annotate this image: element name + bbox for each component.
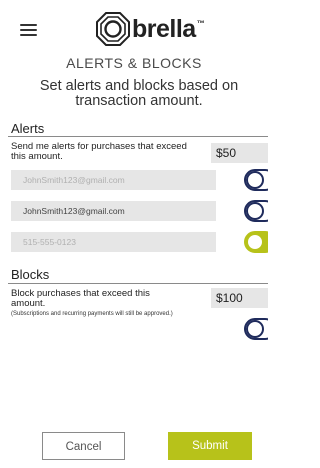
alert-email-field-2[interactable]: JohnSmith123@gmail.com (11, 201, 216, 221)
block-amount-field[interactable]: $100 (211, 288, 268, 308)
alert-amount-field[interactable]: $50 (211, 143, 268, 163)
toggle-knob (246, 171, 264, 189)
alert-phone-toggle[interactable] (244, 231, 268, 253)
hamburger-menu-icon[interactable] (20, 24, 37, 36)
blocks-note: (Subscriptions and recurring payments wi… (11, 311, 173, 317)
alert-email-2-toggle[interactable] (244, 200, 268, 222)
alerts-section-label: Alerts (11, 121, 45, 136)
blocks-section-label: Blocks (11, 267, 50, 282)
alerts-blocks-screen: brella ™ ALERTS & BLOCKS Set alerts and … (0, 0, 268, 468)
block-toggle[interactable] (244, 318, 268, 340)
alerts-description: Send me alerts for purchases that exceed… (11, 141, 187, 162)
page-title: ALERTS & BLOCKS (66, 55, 202, 71)
brella-logo: brella ™ (96, 12, 205, 46)
brella-octagon-logo-icon (96, 12, 130, 46)
alerts-divider (8, 136, 268, 137)
toggle-knob (246, 202, 264, 220)
alert-phone-field[interactable]: 515-555-0123 (11, 232, 216, 252)
page-subtitle: Set alerts and blocks based on transacti… (39, 78, 239, 109)
cancel-button[interactable]: Cancel (42, 432, 125, 460)
toggle-knob (246, 320, 264, 338)
submit-button[interactable]: Submit (168, 432, 252, 460)
alert-email-field-1[interactable]: JohnSmith123@gmail.com (11, 170, 216, 190)
toggle-knob (246, 233, 264, 251)
logo-text: brella (132, 14, 196, 43)
logo-trademark: ™ (196, 19, 205, 28)
alert-email-1-toggle[interactable] (244, 169, 268, 191)
blocks-description: Block purchases that exceed this amount. (11, 288, 150, 309)
blocks-divider (8, 283, 268, 284)
